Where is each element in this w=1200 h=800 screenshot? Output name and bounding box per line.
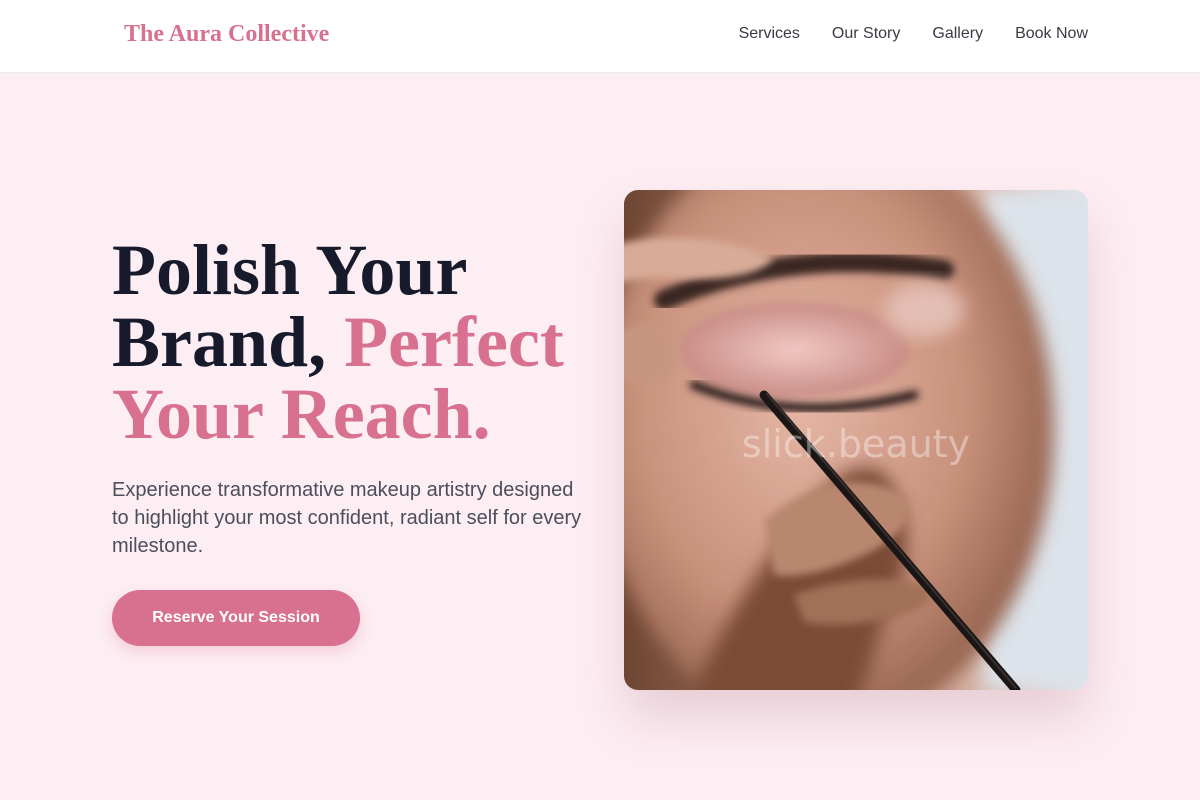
reserve-session-button[interactable]: Reserve Your Session	[112, 590, 360, 646]
hero-image: slick.beauty	[624, 190, 1088, 690]
nav-link-book-now[interactable]: Book Now	[1015, 25, 1088, 43]
hero-title-accent-1: Perfect	[344, 302, 564, 382]
hero-title-line2: Brand,	[112, 302, 345, 382]
hero-title-accent-2: Your Reach.	[112, 374, 491, 454]
hero-title-line1: Polish Your	[112, 230, 468, 310]
image-watermark: slick.beauty	[741, 422, 971, 466]
brand-logo[interactable]: The Aura Collective	[124, 21, 329, 48]
nav-link-our-story[interactable]: Our Story	[832, 25, 900, 43]
main-nav: Services Our Story Gallery Book Now	[739, 25, 1088, 43]
nav-link-gallery[interactable]: Gallery	[932, 25, 983, 43]
nav-link-services[interactable]: Services	[739, 25, 800, 43]
hero-title: Polish Your Brand, Perfect Your Reach.	[112, 234, 612, 450]
site-header: The Aura Collective Services Our Story G…	[0, 0, 1200, 73]
hero-description: Experience transformative makeup artistr…	[112, 479, 582, 557]
